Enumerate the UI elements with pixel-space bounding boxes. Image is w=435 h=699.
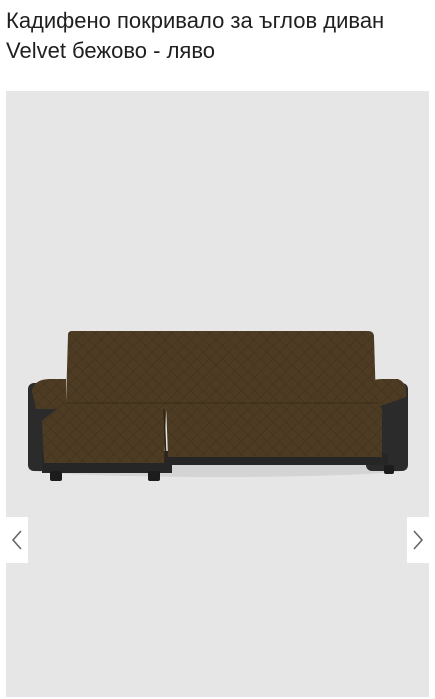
product-image xyxy=(28,331,408,481)
product-image-gallery[interactable] xyxy=(6,91,429,697)
product-title: Кадифено покривало за ъглов диван Velvet… xyxy=(6,8,385,63)
next-image-button[interactable] xyxy=(407,517,429,563)
chevron-right-icon xyxy=(413,530,424,550)
previous-image-button[interactable] xyxy=(6,517,28,563)
chevron-left-icon xyxy=(11,530,22,550)
